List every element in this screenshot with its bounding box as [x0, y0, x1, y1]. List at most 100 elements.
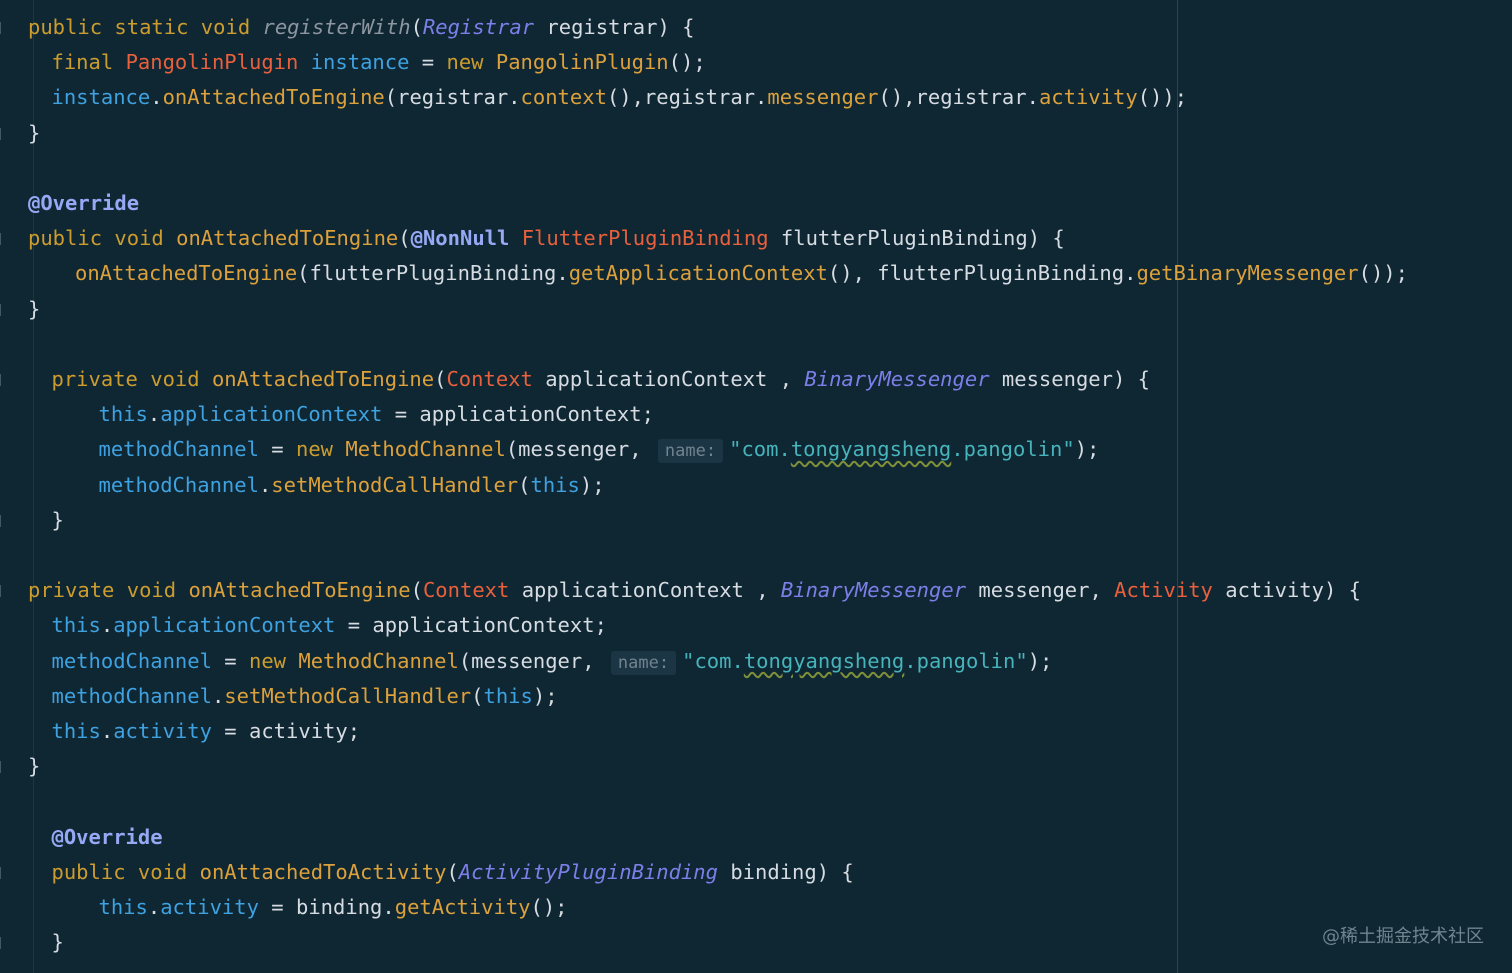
fold-marker-icon[interactable]: [0, 585, 5, 598]
code-token: setMethodCallHandler: [271, 472, 519, 497]
code-token: applicationContext ,: [509, 578, 781, 603]
code-token: );: [579, 472, 605, 497]
code-line[interactable]: this.applicationContext = applicationCon…: [99, 397, 654, 432]
fold-marker-icon[interactable]: [0, 374, 5, 386]
code-token: new: [446, 50, 496, 75]
code-token: Activity: [1114, 578, 1213, 603]
code-token: .: [211, 683, 225, 708]
code-token: activity: [113, 719, 212, 743]
code-line[interactable]: onAttachedToEngine(flutterPluginBinding.…: [75, 256, 1408, 291]
code-token: ();: [668, 50, 706, 75]
fold-marker-icon[interactable]: [0, 866, 5, 879]
code-line[interactable]: @Override: [52, 820, 163, 855]
code-token: new: [248, 648, 299, 673]
code-token: this: [530, 472, 580, 497]
code-line[interactable]: methodChannel = new MethodChannel(messen…: [98, 432, 1099, 467]
code-token: }: [51, 930, 64, 955]
code-token: setMethodCallHandler: [224, 683, 472, 708]
fold-marker-icon[interactable]: [0, 761, 5, 774]
fold-marker-icon[interactable]: [0, 127, 5, 140]
code-token: (: [518, 472, 531, 497]
code-token: activity: [1038, 85, 1138, 110]
code-line[interactable]: instance.onAttachedToEngine(registrar.co…: [52, 80, 1188, 115]
code-line[interactable]: this.activity = activity;: [52, 714, 361, 749]
code-token: .: [100, 719, 114, 743]
code-token: tongyangsheng: [790, 437, 952, 462]
fold-marker-icon[interactable]: [0, 233, 5, 246]
code-token: registrar) {: [534, 15, 695, 39]
code-line[interactable]: methodChannel = new MethodChannel(messen…: [51, 644, 1053, 679]
code-token: public static void: [28, 15, 263, 39]
code-token: activity: [160, 895, 259, 919]
code-token: onAttachedToEngine: [176, 226, 399, 251]
code-token: =: [211, 648, 249, 673]
code-line[interactable]: public void onAttachedToEngine(@NonNull …: [28, 221, 1065, 256]
code-token: messenger) {: [989, 367, 1150, 391]
code-line[interactable]: private void onAttachedToEngine(Context …: [28, 573, 1361, 608]
code-token: "com.: [729, 437, 791, 462]
code-token: = applicationContext;: [335, 613, 607, 638]
code-line[interactable]: @Override: [28, 186, 139, 221]
code-token: );: [1027, 648, 1053, 673]
code-token: PangolinPlugin: [125, 50, 311, 75]
code-token: onAttachedToActivity: [199, 859, 447, 884]
code-token: this: [98, 402, 148, 427]
code-token: .: [150, 85, 163, 110]
code-token: new: [295, 437, 346, 462]
code-line[interactable]: }: [52, 925, 64, 960]
code-token: @NonNull: [410, 226, 522, 251]
code-token: = binding.: [258, 895, 395, 919]
code-token: (: [471, 683, 484, 708]
code-token: }: [51, 507, 64, 532]
code-token: "com.: [682, 648, 744, 673]
code-line[interactable]: }: [28, 116, 40, 151]
parameter-hint: name:: [657, 439, 724, 464]
fold-marker-icon[interactable]: [0, 937, 5, 950]
code-token: ();: [530, 895, 568, 919]
code-token: registerWith: [262, 15, 411, 39]
code-token: Context: [446, 367, 533, 391]
code-token: ());: [1137, 85, 1188, 110]
code-token: getBinaryMessenger: [1136, 261, 1359, 286]
code-token: this: [483, 683, 533, 708]
code-token: flutterPluginBinding) {: [768, 226, 1065, 251]
code-line[interactable]: }: [52, 503, 64, 538]
code-token: onAttachedToEngine: [188, 578, 411, 603]
code-line[interactable]: final PangolinPlugin instance = new Pang…: [52, 45, 706, 80]
code-line[interactable]: private void onAttachedToEngine(Context …: [52, 362, 1151, 397]
fold-marker-icon[interactable]: [0, 22, 5, 34]
code-line[interactable]: }: [28, 292, 40, 327]
code-token: ActivityPluginBinding: [458, 859, 718, 884]
code-token: (: [410, 15, 423, 39]
code-line[interactable]: methodChannel.setMethodCallHandler(this)…: [99, 468, 605, 503]
code-token: .: [258, 472, 272, 497]
code-token: (messenger,: [505, 437, 654, 462]
code-token: onAttachedToEngine: [162, 85, 385, 110]
code-token: (),registrar.: [606, 85, 768, 110]
code-token: @Override: [28, 191, 140, 215]
code-token: @Override: [51, 824, 163, 849]
code-line[interactable]: }: [28, 749, 40, 784]
code-token: methodChannel: [98, 437, 259, 462]
code-token: MethodChannel: [298, 648, 459, 673]
code-line[interactable]: public void onAttachedToActivity(Activit…: [52, 855, 854, 890]
code-token: ());: [1358, 261, 1408, 286]
code-editor[interactable]: public static void registerWith(Registra…: [0, 0, 1512, 973]
code-token: this: [51, 613, 101, 638]
code-token: final: [51, 50, 126, 75]
code-token: binding) {: [717, 859, 854, 884]
code-line[interactable]: this.applicationContext = applicationCon…: [52, 608, 607, 643]
fold-marker-icon[interactable]: [0, 303, 5, 316]
code-token: onAttachedToEngine: [75, 261, 298, 286]
code-token: methodChannel: [51, 648, 212, 673]
code-line[interactable]: methodChannel.setMethodCallHandler(this)…: [52, 679, 558, 714]
code-token: =: [258, 437, 296, 462]
code-token: (: [398, 226, 411, 251]
code-token: private void: [51, 367, 212, 391]
code-line[interactable]: public static void registerWith(Registra…: [28, 10, 695, 45]
code-token: );: [532, 683, 558, 708]
code-line[interactable]: this.activity = binding.getActivity();: [99, 890, 568, 925]
code-token: BinaryMessenger: [780, 578, 967, 603]
fold-marker-icon[interactable]: [0, 514, 5, 527]
parameter-hint: name:: [610, 650, 677, 675]
